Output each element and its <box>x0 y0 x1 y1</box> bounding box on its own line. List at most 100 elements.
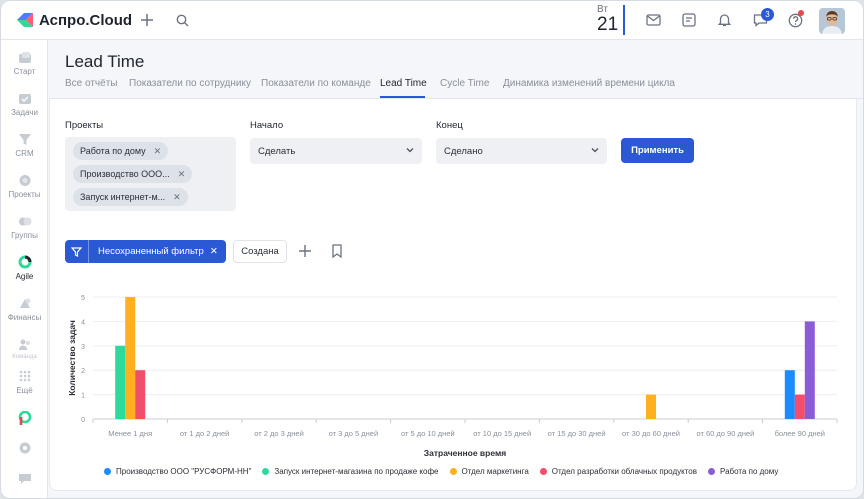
sidebar-item-agile[interactable]: Agile <box>1 255 48 281</box>
add-icon[interactable] <box>137 10 157 30</box>
legend-swatch <box>539 467 547 475</box>
sidebar-item-more[interactable]: Ещё <box>1 369 48 395</box>
tab-cycle-time[interactable]: Cycle Time <box>440 78 489 89</box>
sidebar-item-label: Проекты <box>8 190 41 199</box>
bookmark-icon[interactable] <box>331 244 343 258</box>
sidebar-item-label: Задачи <box>11 108 38 117</box>
close-icon[interactable]: ✕ <box>173 192 181 203</box>
brand-name[interactable]: Аспро.Cloud <box>39 12 132 29</box>
chevron-down-icon <box>591 148 599 153</box>
active-tab-indicator <box>380 96 425 98</box>
sidebar-support[interactable] <box>1 471 48 485</box>
sidebar-item-label: Финансы <box>7 313 42 322</box>
legend-item[interactable]: Производство ООО "РУСФОРМ-НН" <box>104 467 251 476</box>
search-icon[interactable] <box>172 10 192 30</box>
sidebar-item-finance[interactable]: Финансы <box>1 296 48 322</box>
start-select[interactable]: Сделать <box>250 138 422 164</box>
sidebar-settings[interactable] <box>1 441 48 455</box>
notes-icon[interactable] <box>679 10 699 30</box>
end-select[interactable]: Сделано <box>436 138 607 164</box>
legend-label: Запуск интернет-магазина по продаже кофе <box>274 466 439 476</box>
x-tick-label: от 2 до 3 дней <box>254 429 304 438</box>
sidebar-app-shortcut[interactable] <box>1 410 48 425</box>
bar <box>135 370 146 419</box>
tab-cycle-dynamics[interactable]: Динамика изменений времени цикла <box>503 78 675 89</box>
close-icon[interactable]: ✕ <box>178 169 186 180</box>
agile-icon <box>17 255 33 269</box>
legend-item[interactable]: Запуск интернет-магазина по продаже кофе <box>262 466 439 476</box>
sidebar-item-label: Ещё <box>16 386 33 395</box>
support-chat-icon <box>17 471 33 485</box>
sidebar-item-label: CRM <box>15 149 34 158</box>
start-label: Начало <box>250 120 284 131</box>
close-icon[interactable]: ✕ <box>154 146 162 157</box>
tab-employee-metrics[interactable]: Показатели по сотруднику <box>129 78 251 89</box>
sidebar-item-team[interactable]: Команда <box>1 337 48 360</box>
legend-item[interactable]: Отдел разработки облачных продуктов <box>539 466 697 476</box>
legend-label: Отдел разработки облачных продуктов <box>551 466 697 476</box>
unsaved-filter-tag[interactable]: Несохраненный фильтр ✕ <box>65 240 226 263</box>
more-icon <box>17 369 33 383</box>
bell-icon[interactable] <box>714 10 734 30</box>
x-tick-label: от 1 до 2 дней <box>180 429 230 438</box>
apply-button[interactable]: Применить <box>621 138 694 163</box>
tab-all-reports[interactable]: Все отчёты <box>65 78 117 89</box>
gear-icon <box>17 441 33 455</box>
y-tick-label: 4 <box>81 319 85 326</box>
sidebar-item-groups[interactable]: Группы <box>1 214 48 240</box>
bar <box>784 370 795 419</box>
sidebar: Старт Задачи CRM Проекты Группы Agile Фи… <box>1 40 48 498</box>
project-chip[interactable]: Запуск интернет-м... ✕ <box>73 188 188 206</box>
x-tick-label: от 10 до 15 дней <box>473 429 531 438</box>
home-icon <box>17 50 33 64</box>
project-chip-label: Запуск интернет-м... <box>80 192 166 202</box>
legend-item[interactable]: Работа по дому <box>708 467 778 476</box>
sidebar-item-projects[interactable]: Проекты <box>1 173 48 199</box>
legend-item[interactable]: Отдел маркетинга <box>449 467 529 476</box>
avatar[interactable] <box>819 8 845 34</box>
x-tick-label: от 5 до 10 дней <box>401 429 455 438</box>
project-chip-label: Производство ООО... <box>80 169 170 179</box>
created-sort-button[interactable]: Создана <box>233 240 287 263</box>
mail-icon[interactable] <box>643 10 663 30</box>
logo-icon[interactable] <box>15 11 35 29</box>
chevron-down-icon <box>406 148 414 153</box>
project-chip-label: Работа по дому <box>80 146 146 156</box>
calendar-day-number[interactable]: 21 <box>597 14 618 36</box>
legend-swatch <box>104 467 111 475</box>
sidebar-item-label: Группы <box>11 231 38 240</box>
bar <box>646 394 656 419</box>
unsaved-filter-label: Несохраненный фильтр <box>98 246 204 257</box>
x-axis-title: Затраченное время <box>424 448 506 458</box>
bar <box>115 345 126 419</box>
x-tick-label: Менее 1 дня <box>108 429 152 438</box>
lead-time-chart: 0 1 2 3 4 5 Менее 1 дня от 1 до 2 дней от 2 до 3… <box>67 295 838 458</box>
sidebar-item-tasks[interactable]: Задачи <box>1 91 48 117</box>
calendar-marker <box>623 5 625 35</box>
groups-icon <box>17 214 33 228</box>
add-filter-icon[interactable] <box>297 243 313 259</box>
projects-multiselect[interactable]: Работа по дому ✕ Производство ООО... ✕ Зап… <box>65 137 236 211</box>
sidebar-item-start[interactable]: Старт <box>1 50 48 76</box>
x-tick-label: от 3 до 5 дней <box>329 429 379 438</box>
y-tick-label: 0 <box>81 417 85 424</box>
crm-icon <box>17 132 33 146</box>
close-icon[interactable]: ✕ <box>210 246 218 257</box>
legend-label: Работа по дому <box>720 466 779 476</box>
messages-badge: 3 <box>761 8 774 21</box>
sidebar-item-crm[interactable]: CRM <box>1 132 48 158</box>
team-icon <box>17 337 33 351</box>
app-window: Аспро.Cloud Вт 21 3 Старт Задачи CRM Про… <box>0 0 864 499</box>
notification-dot <box>798 10 804 16</box>
page-title: Lead Time <box>65 52 145 71</box>
sidebar-item-label: Старт <box>13 67 36 76</box>
tab-team-metrics[interactable]: Показатели по команде <box>261 78 371 89</box>
tasks-icon <box>17 91 33 105</box>
project-chip[interactable]: Работа по дому ✕ <box>73 142 169 160</box>
project-chip[interactable]: Производство ООО... ✕ <box>73 165 193 183</box>
bar <box>804 321 815 419</box>
filter-icon <box>65 240 89 263</box>
tab-lead-time[interactable]: Lead Time <box>380 78 427 89</box>
bar <box>125 297 136 419</box>
x-tick-label: более 90 дней <box>775 429 825 438</box>
